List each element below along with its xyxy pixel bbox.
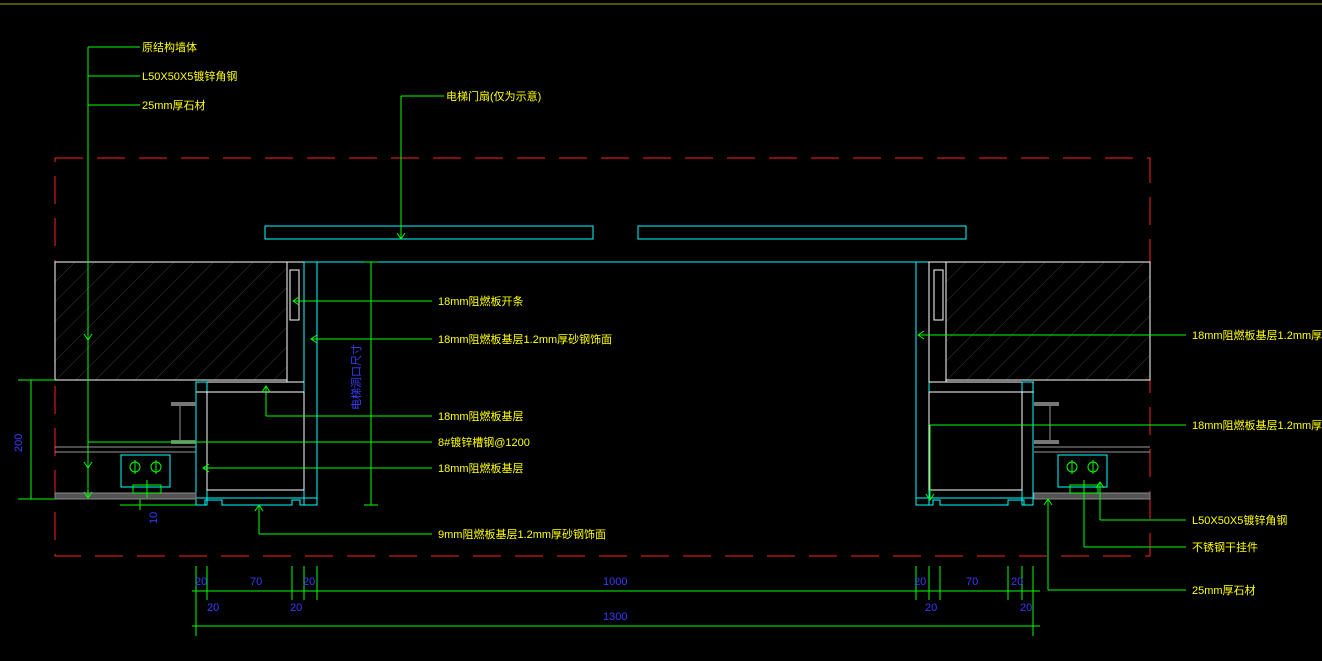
wall-left (54, 261, 288, 381)
height-dim-left (18, 379, 196, 510)
leader-door (396, 95, 444, 240)
opening-height-dim (364, 261, 378, 506)
label-stainless-hanger: 不锈钢干挂件 (1192, 540, 1258, 554)
dim-top-4: 1000 (603, 576, 627, 588)
dim-top-5: 20 (914, 576, 926, 588)
label-stone-top: 25mm厚石材 (142, 98, 206, 112)
dim-top-1: 20 (195, 576, 207, 588)
door-panel-left (264, 225, 594, 240)
dim-height-200: 200 (13, 434, 25, 452)
label-angle-steel-top: L50X50X5镀锌角钢 (142, 69, 237, 83)
label-base-sanded-left: 18mm阻燃板基层1.2mm厚砂钢饰面 (438, 332, 612, 346)
label-elevator-door: 电梯门扇(仅为示意) (446, 89, 541, 103)
dim-gap-10: 10 (148, 512, 160, 524)
channel-steel-left (171, 402, 196, 444)
dim-top-7: 20 (1011, 576, 1023, 588)
label-opening-size: 电梯洞口尺寸 (349, 344, 363, 410)
channel-steel-right (1034, 402, 1059, 444)
label-channel-steel: 8#镀锌槽钢@1200 (438, 435, 530, 449)
label-base-bottom: 9mm阻燃板基层1.2mm厚砂钢饰面 (438, 527, 606, 541)
dim-top-6: 70 (966, 576, 978, 588)
label-board-strip: 18mm阻燃板开条 (438, 294, 524, 308)
cad-drawing: 原结构墙体 L50X50X5镀锌角钢 25mm厚石材 电梯门扇(仅为示意) 18… (0, 3, 1322, 636)
hanger-bracket-left (120, 454, 171, 498)
label-angle-steel-right: L50X50X5镀锌角钢 (1192, 513, 1287, 527)
dim-mid-3: 20 (925, 602, 937, 614)
label-base-layer-1: 18mm阻燃板基层 (438, 409, 524, 423)
dim-top-2: 70 (250, 576, 262, 588)
label-base-sanded-right-2: 18mm阻燃板基层1.2mm厚砂钢饰 (1192, 418, 1322, 432)
label-stone-right: 25mm厚石材 (1192, 583, 1256, 597)
dim-mid-2: 20 (290, 602, 302, 614)
dim-mid-4: 20 (1020, 602, 1032, 614)
label-base-sanded-right-1: 18mm阻燃板基层1.2mm厚砂钢饰 (1192, 328, 1322, 342)
label-base-layer-2: 18mm阻燃板基层 (438, 461, 524, 475)
dim-top-3: 20 (303, 576, 315, 588)
wall-right (945, 261, 1151, 381)
door-panel-right (637, 225, 967, 240)
dim-mid-1: 20 (207, 602, 219, 614)
dim-total: 1300 (603, 611, 627, 623)
label-structural-wall: 原结构墙体 (142, 40, 197, 54)
